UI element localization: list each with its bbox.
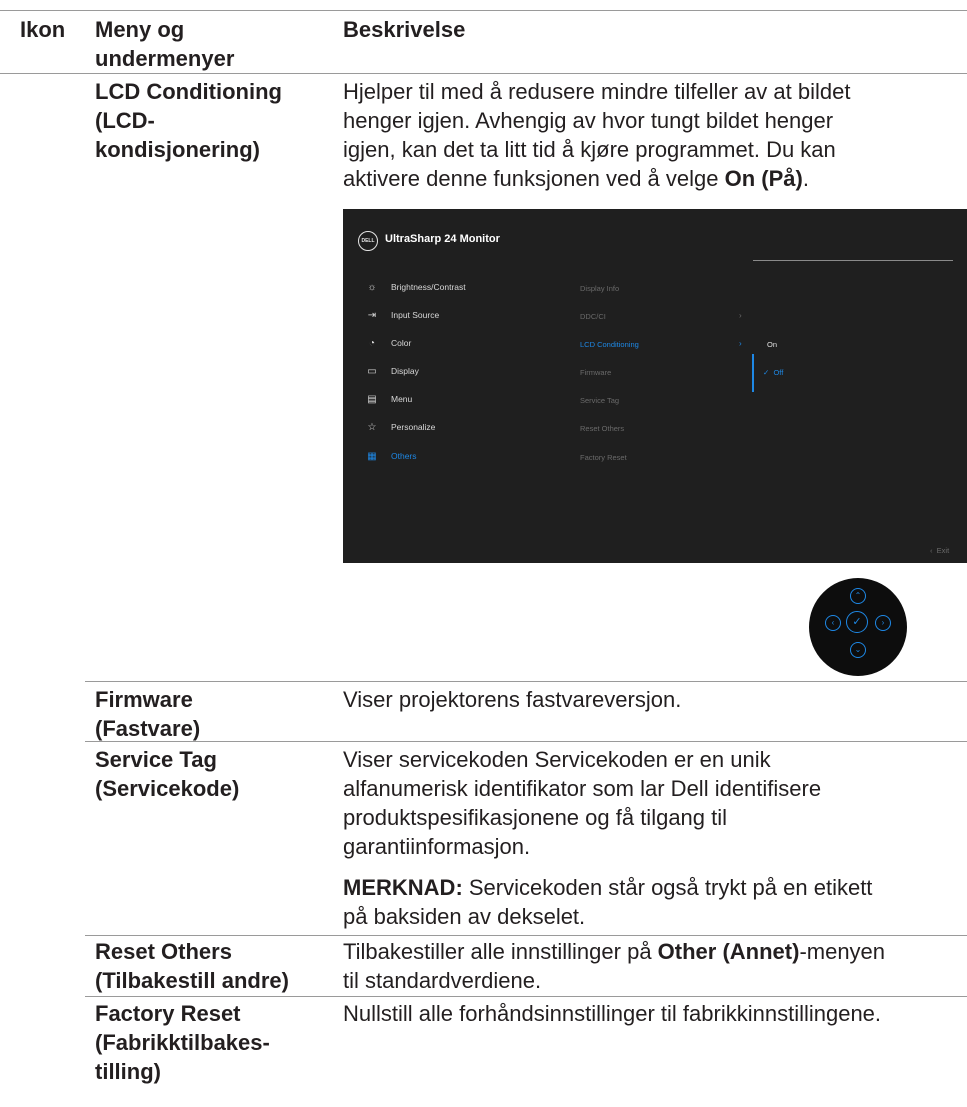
row-factory-reset-description: Nullstill alle forhåndsinnstillinger til… xyxy=(343,1001,882,1026)
palette-icon: ◔ xyxy=(368,338,376,349)
chevron-right-icon: › xyxy=(739,339,742,348)
row-lcd-name: LCD Conditioning (LCD- kondisjonering) xyxy=(95,79,282,162)
osd-menu-item-personalize: ☆ Personalize xyxy=(365,422,436,436)
dell-logo-icon: DELL xyxy=(358,231,378,251)
input-icon: ⇥ xyxy=(367,310,377,321)
menu-icon: ▤ xyxy=(367,394,377,405)
row-service-tag-note: MERKNAD: Servicekoden står også trykt på… xyxy=(343,875,873,929)
row-firmware-description: Viser projektorens fastvareversjon. xyxy=(343,687,682,712)
row-divider xyxy=(85,681,967,682)
osd-menu-item-input-source: ⇥ Input Source xyxy=(365,310,439,324)
table-top-rule xyxy=(0,10,967,11)
joystick-up-icon: ⌃ xyxy=(850,588,866,604)
row-lcd-description: Hjelper til med å redusere mindre tilfel… xyxy=(343,79,851,191)
row-divider xyxy=(85,741,967,742)
osd-option-off: ✓ Off xyxy=(763,368,784,377)
header-bottom-rule xyxy=(0,73,967,74)
others-icon: ▦ xyxy=(367,451,377,462)
row-firmware-name: Firmware (Fastvare) xyxy=(95,687,201,741)
osd-menu-item-brightness: ☼ Brightness/Contrast xyxy=(365,282,465,296)
osd-sub-reset-others: Reset Others xyxy=(580,424,625,433)
osd-menu-screenshot: DELL UltraSharp 24 Monitor ☼ Brightness/C… xyxy=(343,209,967,563)
header-description-column: Beskrivelse xyxy=(343,17,466,42)
osd-menu-item-others: ▦ Others xyxy=(365,451,416,465)
row-factory-reset-name: Factory Reset (Fabrikktilbakes- tilling) xyxy=(95,1001,270,1084)
osd-sub-display-info: Display Info xyxy=(580,284,620,293)
header-menu-column-line1: Meny og xyxy=(95,17,185,42)
joystick-down-icon: ⌄ xyxy=(850,642,866,658)
osd-menu-item-menu: ▤ Menu xyxy=(365,394,412,408)
row-divider xyxy=(85,996,967,997)
header-menu-column-line2: undermenyer xyxy=(95,46,235,71)
osd-sub-factory-reset: Factory Reset xyxy=(580,453,627,462)
sun-icon: ☼ xyxy=(367,282,377,293)
osd-sub-ddc-ci: DDC/CI xyxy=(580,312,606,321)
chevron-left-icon: ‹ xyxy=(930,546,933,555)
row-service-tag-description: Viser servicekoden Servicekoden er en un… xyxy=(343,747,822,859)
osd-title: UltraSharp 24 Monitor xyxy=(385,233,500,245)
joystick-left-icon: ‹ xyxy=(825,615,841,631)
row-reset-others-name: Reset Others (Tilbakestill andre) xyxy=(95,939,289,993)
osd-header-divider xyxy=(753,260,953,261)
osd-selection-bar xyxy=(752,354,754,392)
monitor-icon: ▭ xyxy=(367,366,377,377)
joystick-right-icon: › xyxy=(875,615,891,631)
row-service-tag-name: Service Tag (Servicekode) xyxy=(95,747,240,801)
chevron-right-icon: › xyxy=(739,311,742,320)
star-icon: ☆ xyxy=(367,422,377,433)
osd-sub-firmware: Firmware xyxy=(580,368,612,377)
row-reset-others-description: Tilbakestiller alle innstillinger på Oth… xyxy=(343,939,886,993)
osd-exit: ‹ Exit xyxy=(930,546,950,555)
osd-option-on: On xyxy=(767,340,778,349)
osd-menu-item-display: ▭ Display xyxy=(365,366,419,380)
row-divider xyxy=(85,935,967,936)
osd-sub-lcd-conditioning: LCD Conditioning xyxy=(580,340,639,349)
joystick-illustration: ⌃ ⌄ ‹ › ✓ xyxy=(809,578,907,676)
header-icon-column: Ikon xyxy=(20,17,66,42)
check-icon: ✓ xyxy=(763,368,770,377)
joystick-center-check-icon: ✓ xyxy=(846,611,868,633)
osd-sub-service-tag: Service Tag xyxy=(580,396,620,405)
osd-menu-item-color: ◔ Color xyxy=(365,338,411,352)
